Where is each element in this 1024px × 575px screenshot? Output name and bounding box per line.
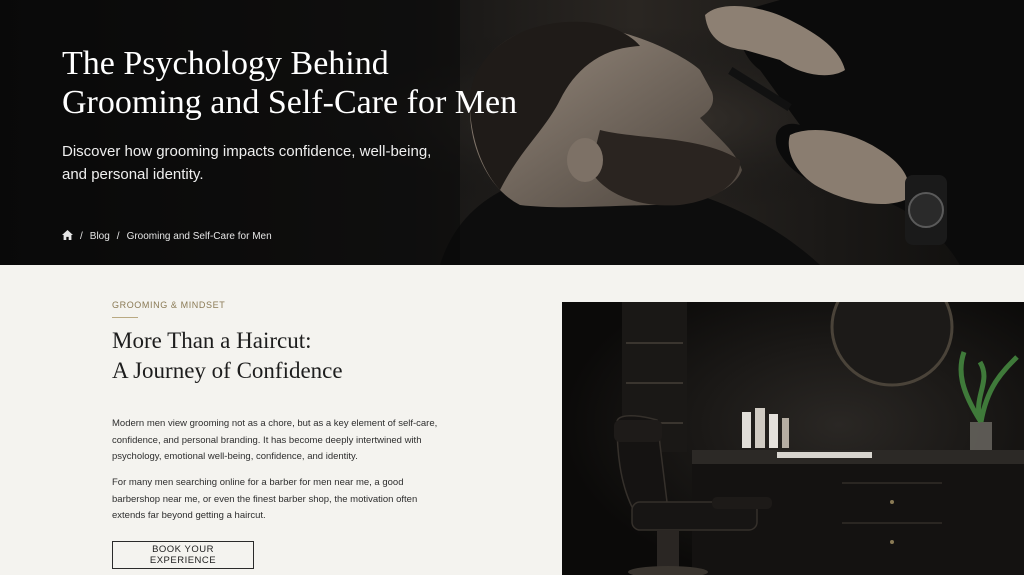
breadcrumb: / Blog / Grooming and Self-Care for Men [62,230,272,243]
eyebrow-divider [112,317,138,318]
section-title: More Than a Haircut: A Journey of Confid… [112,326,512,386]
home-icon [62,230,73,240]
breadcrumb-separator: / [80,231,83,242]
paragraph-line: extends far beyond getting a haircut. [112,510,266,521]
intro-paragraph: Modern men view grooming not as a chore,… [112,416,492,466]
paragraph-line: confidence, and personal branding. It ha… [112,434,422,446]
paragraph-line: barbershop near me, or even the finest b… [112,493,418,505]
paragraph-line: For many men searching online for a barb… [112,477,404,488]
hero-subtitle: Discover how grooming impacts confidence… [62,140,482,186]
section-title-line-1: More Than a Haircut: [112,328,312,353]
section-eyebrow: GROOMING & MINDSET [112,300,226,310]
breadcrumb-blog-link[interactable]: Blog [90,231,110,242]
barbershop-interior-image [562,302,1024,575]
breadcrumb-current: Grooming and Self-Care for Men [126,231,272,242]
barbershop-interior-photo [562,302,1024,575]
hero-banner: The Psychology Behind Grooming and Self-… [0,0,1024,265]
book-experience-button[interactable]: BOOK YOUR EXPERIENCE [112,541,254,569]
hero-subtitle-line-1: Discover how grooming impacts confidence… [62,143,432,160]
paragraph-line: Modern men view grooming not as a chore,… [112,418,438,429]
page-title-line-2: Grooming and Self-Care for Men [62,84,518,121]
page-title-line-1: The Psychology Behind [62,45,389,82]
page-title: The Psychology Behind Grooming and Self-… [62,44,582,122]
paragraph-line: psychology, emotional well-being, confid… [112,451,358,462]
breadcrumb-separator: / [116,231,120,242]
hero-subtitle-line-2: and personal identity. [62,166,204,183]
breadcrumb-home-link[interactable] [62,230,73,243]
motivation-paragraph: For many men searching online for a barb… [112,475,492,525]
section-title-line-2: A Journey of Confidence [112,358,343,383]
hero-photo [0,0,1024,265]
